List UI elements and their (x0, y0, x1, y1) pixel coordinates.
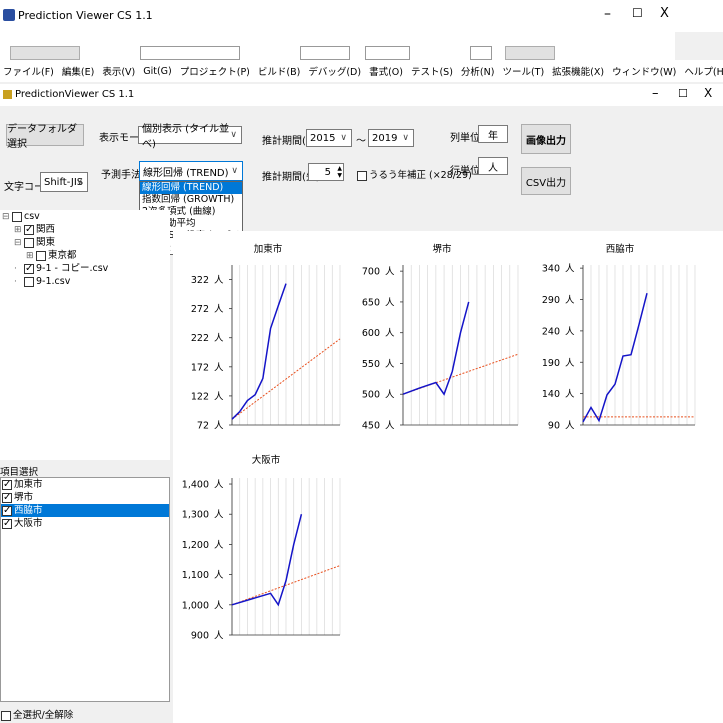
chart-title: 加東市 (254, 243, 283, 255)
y-tick-label: 190 (542, 358, 560, 369)
y-tick-unit: 人 (385, 267, 395, 278)
y-tick-label: 1,200 (182, 540, 209, 551)
y-tick-unit: 人 (565, 264, 575, 275)
y-tick-label: 72 (197, 421, 209, 432)
y-tick-unit: 人 (565, 358, 575, 369)
y-tick-label: 700 (362, 267, 380, 278)
y-tick-label: 340 (542, 264, 560, 275)
y-tick-unit: 人 (565, 326, 575, 337)
y-tick-label: 600 (362, 328, 380, 339)
y-tick-label: 550 (362, 359, 380, 370)
y-tick-unit: 人 (214, 631, 224, 642)
y-tick-unit: 人 (214, 333, 224, 344)
chart-title: 堺市 (432, 243, 452, 255)
y-tick-label: 222 (191, 333, 209, 344)
y-tick-label: 240 (542, 326, 560, 337)
y-tick-label: 900 (191, 631, 209, 642)
y-tick-unit: 人 (385, 359, 395, 370)
y-tick-unit: 人 (214, 275, 224, 286)
y-tick-label: 322 (191, 275, 209, 286)
y-tick-label: 650 (362, 297, 380, 308)
y-tick-unit: 人 (385, 390, 395, 401)
y-tick-unit: 人 (565, 295, 575, 306)
y-tick-label: 140 (542, 389, 560, 400)
y-tick-unit: 人 (214, 600, 224, 611)
chart-title: 大阪市 (252, 454, 281, 466)
y-tick-label: 172 (191, 362, 209, 373)
charts-svg: 加東市 72 人 122 人 172 人 222 人 272 人 322 人 堺市 450 人 500 人 550 人… (182, 243, 696, 642)
y-tick-unit: 人 (214, 480, 224, 491)
y-tick-label: 90 (548, 421, 560, 432)
y-tick-label: 272 (191, 304, 209, 315)
y-tick-label: 290 (542, 295, 560, 306)
y-tick-unit: 人 (565, 421, 575, 432)
y-tick-unit: 人 (565, 389, 575, 400)
y-tick-unit: 人 (214, 304, 224, 315)
chart-title: 西脇市 (606, 243, 635, 255)
y-tick-unit: 人 (214, 421, 224, 432)
y-tick-unit: 人 (214, 570, 224, 581)
y-tick-unit: 人 (385, 328, 395, 339)
y-tick-unit: 人 (385, 297, 395, 308)
y-tick-unit: 人 (214, 510, 224, 521)
y-tick-label: 450 (362, 421, 380, 432)
y-tick-label: 1,000 (182, 600, 209, 611)
y-tick-label: 1,400 (182, 480, 209, 491)
y-tick-unit: 人 (385, 421, 395, 432)
y-tick-label: 1,300 (182, 510, 209, 521)
y-tick-label: 122 (191, 391, 209, 402)
y-tick-label: 500 (362, 390, 380, 401)
y-tick-unit: 人 (214, 391, 224, 402)
y-tick-unit: 人 (214, 362, 224, 373)
y-tick-unit: 人 (214, 540, 224, 551)
y-tick-label: 1,100 (182, 570, 209, 581)
